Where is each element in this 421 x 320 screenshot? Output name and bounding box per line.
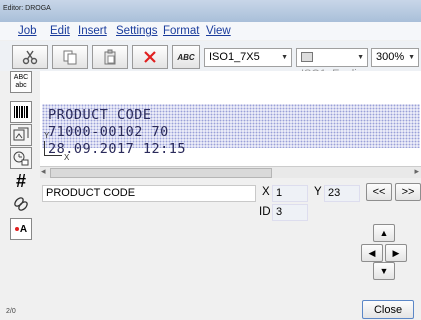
menu-bar: Job Edit Insert Settings Format View <box>0 22 421 40</box>
move-left-button[interactable]: ◀ <box>361 244 383 262</box>
image-tool-button[interactable] <box>10 124 32 146</box>
menu-view[interactable]: View <box>206 25 231 37</box>
charset-select[interactable]: ISO1_Engli ▼ <box>296 48 368 80</box>
cut-button[interactable] <box>12 45 48 69</box>
chevron-down-icon: ▼ <box>357 54 364 61</box>
canvas-text-line-2[interactable]: 71000-00102 70 <box>48 124 169 140</box>
y-label: Y <box>314 186 322 198</box>
scroll-left-icon[interactable]: ◂ <box>41 166 46 177</box>
arrow-down-icon: ▼ <box>379 266 389 276</box>
text-tool-top: ABC <box>13 74 29 81</box>
status-text: 2/0 <box>6 308 16 315</box>
clock-icon <box>13 151 29 166</box>
scissors-icon <box>22 50 38 65</box>
move-up-button[interactable]: ▲ <box>373 224 395 242</box>
barcode-icon <box>14 106 28 118</box>
menu-settings[interactable]: Settings <box>116 25 158 37</box>
barcode-tool-button[interactable] <box>10 101 32 123</box>
paste-icon <box>104 49 116 65</box>
label-canvas[interactable]: PRODUCT CODE 71000-00102 70 28.09.2017 1… <box>40 71 421 181</box>
menu-insert[interactable]: Insert <box>78 25 107 37</box>
link-tool-button[interactable] <box>10 193 32 215</box>
color-tool-button[interactable]: A <box>10 218 32 240</box>
arrow-left-icon: ◀ <box>368 247 376 258</box>
counter-tool-button[interactable]: # <box>10 170 32 192</box>
origin-marker <box>44 141 45 155</box>
x-value-field[interactable]: 1 <box>272 185 308 202</box>
copy-icon <box>63 50 77 65</box>
properties-panel: PRODUCT CODE X 1 Y 23 << >> ID 3 ▲ ◀ ▶ ▼… <box>40 178 421 320</box>
keyboard-icon <box>301 52 313 63</box>
window-title: Editor: DROGA <box>3 5 51 12</box>
id-value-field[interactable]: 3 <box>272 204 308 221</box>
zoom-select[interactable]: 300% ▼ <box>371 48 419 67</box>
text-tool-button[interactable]: ABC abc <box>10 71 32 93</box>
scrollbar-thumb[interactable] <box>50 168 272 178</box>
x-label: X <box>262 186 270 198</box>
text-tool-bottom: abc <box>15 82 27 89</box>
text-value-field[interactable]: PRODUCT CODE <box>42 185 256 202</box>
font-select-value: ISO1_7X5 <box>209 51 260 63</box>
hash-icon: # <box>15 170 26 191</box>
font-select[interactable]: ISO1_7X5 ▼ <box>204 48 292 67</box>
zoom-select-value: 300% <box>376 51 405 63</box>
arrow-up-icon: ▲ <box>379 228 389 238</box>
arrow-right-icon: ▶ <box>392 247 400 258</box>
red-dot-icon <box>14 227 19 231</box>
move-right-button[interactable]: ▶ <box>385 244 407 262</box>
next-button[interactable]: >> <box>395 183 421 201</box>
delete-button[interactable] <box>132 45 168 69</box>
horizontal-scrollbar[interactable]: ◂ ▸ <box>40 166 421 178</box>
previous-button[interactable]: << <box>366 183 392 201</box>
menu-format[interactable]: Format <box>163 25 199 37</box>
scroll-right-icon[interactable]: ▸ <box>414 166 419 177</box>
y-value-field[interactable]: 23 <box>324 185 360 202</box>
spellcheck-icon: ABC <box>177 52 195 62</box>
menu-edit[interactable]: Edit <box>50 25 70 37</box>
canvas-text-line-1[interactable]: PRODUCT CODE <box>48 107 152 123</box>
origin-x-label: X <box>64 153 70 162</box>
image-icon <box>13 127 29 141</box>
toolbar: ABC ISO1_7X5 ▼ ISO1_Engli ▼ 300% ▼ <box>0 41 421 80</box>
color-tool-label: A <box>19 223 28 235</box>
date-time-tool-button[interactable] <box>10 147 32 169</box>
id-label: ID <box>259 206 271 218</box>
window-titlebar: Editor: DROGA <box>0 0 421 23</box>
move-down-button[interactable]: ▼ <box>373 262 395 280</box>
origin-y-label: Y <box>44 131 50 140</box>
menu-job[interactable]: Job <box>18 25 37 37</box>
paste-button[interactable] <box>92 45 128 69</box>
close-button[interactable]: Close <box>362 300 414 319</box>
chevron-down-icon: ▼ <box>281 54 288 61</box>
copy-button[interactable] <box>52 45 88 69</box>
delete-x-icon <box>144 51 156 63</box>
left-toolbar: ABC abc # A <box>0 71 40 320</box>
link-icon <box>14 197 28 211</box>
spellcheck-button[interactable]: ABC <box>172 45 200 69</box>
chevron-down-icon: ▼ <box>408 54 415 61</box>
origin-marker-horizontal <box>44 155 62 156</box>
